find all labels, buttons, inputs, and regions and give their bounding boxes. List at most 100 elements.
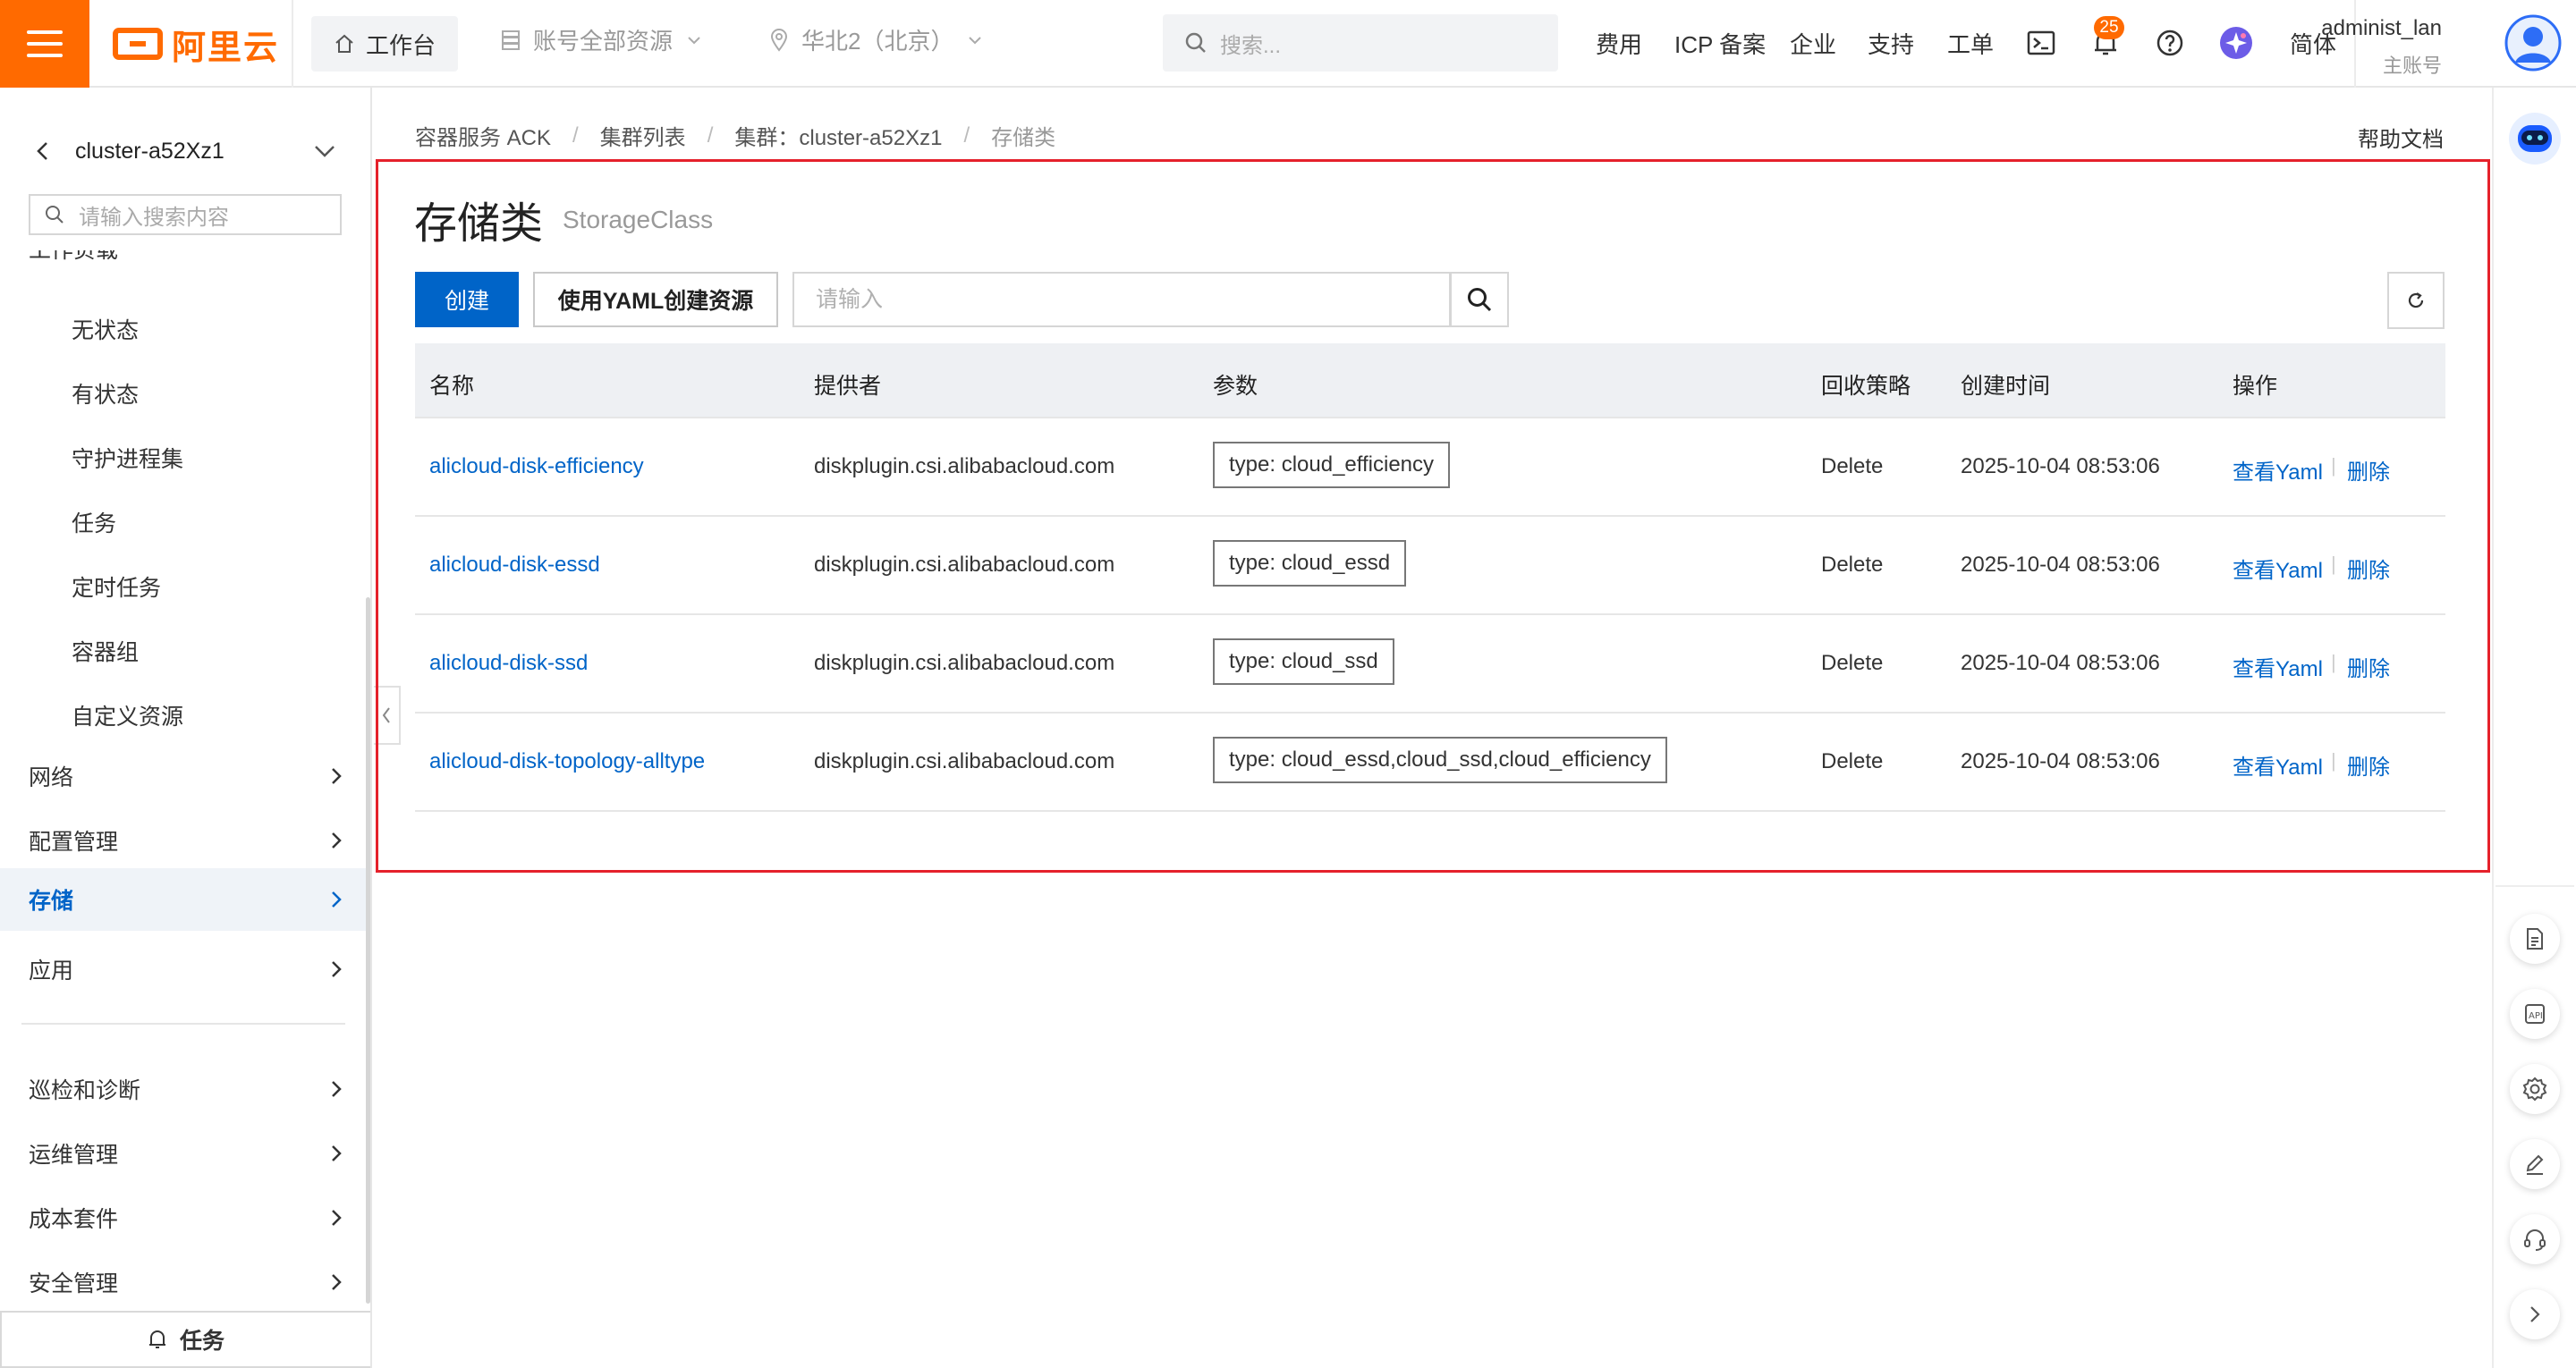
created-time-cell: 2025-10-04 08:53:06 [1961,553,2160,577]
view-yaml-link[interactable]: 查看Yaml [2233,651,2323,682]
back-arrow-icon[interactable] [34,140,52,162]
page-title: 存储类 [414,200,544,248]
view-yaml-link[interactable]: 查看Yaml [2233,454,2323,486]
provisioner-cell: diskplugin.csi.alibabacloud.com [814,454,1115,478]
sidebar-group-network[interactable]: 网络 [0,745,370,807]
view-yaml-link[interactable]: 查看Yaml [2233,749,2323,781]
storageclass-name-link[interactable]: alicloud-disk-efficiency [429,454,644,479]
create-button[interactable]: 创建 [415,272,519,327]
filter-input[interactable] [792,272,1451,327]
chevron-right-icon[interactable] [2510,1289,2560,1339]
view-yaml-link[interactable]: 查看Yaml [2233,553,2323,584]
reclaim-policy-cell: Delete [1821,749,1884,773]
document-icon[interactable] [2510,914,2560,964]
nav-link-enterprise[interactable]: 企业 [1790,27,1836,60]
nav-link-tickets[interactable]: 工单 [1947,27,1994,60]
tasks-button[interactable]: 任务 [0,1311,370,1368]
sidebar: cluster-a52Xz1 请输入搜索内容 工作负载 无状态 有状态 守护进程… [0,88,372,1368]
top-navigation-bar: 阿里云 工作台 账号全部资源 华北2（北京） 搜索... 费用 ICP 备案 企… [0,0,2576,88]
workbench-button[interactable]: 工作台 [311,16,458,72]
cluster-name: cluster-a52Xz1 [75,138,225,164]
breadcrumb-cluster[interactable]: 集群：cluster-a52Xz1 [734,120,942,151]
user-name[interactable]: administ_lan [2321,16,2442,41]
sidebar-group-label: 应用 [29,958,74,984]
region-select[interactable]: 华北2（北京） [769,23,984,56]
sidebar-item-custom-resources[interactable]: 自定义资源 [72,699,183,731]
delete-link[interactable]: 删除 [2347,553,2390,584]
cluster-switcher[interactable]: cluster-a52Xz1 [0,129,370,173]
api-icon[interactable]: API [2510,989,2560,1039]
sidebar-item-pods[interactable]: 容器组 [72,635,139,667]
sidebar-group-label: 巡检和诊断 [29,1078,141,1103]
search-icon [1185,32,1206,53]
divider [292,0,293,88]
nav-link-billing[interactable]: 费用 [1596,27,1642,60]
region-label: 华北2（北京） [801,28,954,55]
ai-assistant-icon[interactable] [2218,25,2254,61]
account-scope-label: 账号全部资源 [533,28,674,55]
breadcrumb-cluster-list[interactable]: 集群列表 [600,120,686,151]
reclaim-policy-cell: Delete [1821,553,1884,577]
column-header-name: 名称 [429,374,475,399]
table-row: alicloud-disk-topology-alltype diskplugi… [415,714,2445,812]
sidebar-group-applications[interactable]: 应用 [0,938,370,1001]
sidebar-group-config[interactable]: 配置管理 [0,809,370,872]
menu-icon[interactable] [0,0,89,88]
aliyun-logo-icon [113,28,163,60]
delete-link[interactable]: 删除 [2347,749,2390,781]
terminal-icon[interactable] [2023,25,2059,61]
page-subtitle: StorageClass [563,206,714,233]
sidebar-group-diagnostics[interactable]: 巡检和诊断 [0,1058,370,1120]
column-header-parameters: 参数 [1213,374,1258,399]
sidebar-search-input[interactable]: 请输入搜索内容 [29,194,342,235]
chevron-right-icon [332,1081,342,1097]
sidebar-group-operations[interactable]: 运维管理 [0,1122,370,1185]
breadcrumb: 容器服务 ACK / 集群列表 / 集群：cluster-a52Xz1 / 存储… [415,120,1055,151]
column-header-reclaim-policy: 回收策略 [1821,374,1911,399]
chevron-down-icon[interactable] [313,142,336,160]
avatar[interactable] [2504,14,2562,72]
database-icon [502,30,520,50]
refresh-button[interactable] [2387,272,2445,329]
help-icon[interactable] [2152,25,2188,61]
storageclass-name-link[interactable]: alicloud-disk-essd [429,553,600,578]
ai-assistant-bot-icon[interactable] [2507,111,2563,166]
filter-search-button[interactable] [1450,272,1509,327]
sidebar-search-placeholder: 请输入搜索内容 [79,205,229,230]
column-header-created: 创建时间 [1961,374,2051,399]
sidebar-group-cost[interactable]: 成本套件 [0,1186,370,1249]
delete-link[interactable]: 删除 [2347,651,2390,682]
global-search-input[interactable]: 搜索... [1163,14,1558,72]
breadcrumb-ack[interactable]: 容器服务 ACK [415,120,551,151]
nav-link-icp[interactable]: ICP 备案 [1674,27,1766,60]
sidebar-group-label: 存储 [29,889,74,914]
sidebar-group-workloads[interactable]: 工作负载 [29,250,118,268]
sidebar-item-deployments[interactable]: 无状态 [72,313,139,345]
help-doc-link[interactable]: 帮助文档 [2358,122,2444,153]
workbench-label: 工作台 [365,31,436,59]
sidebar-item-cronjobs[interactable]: 定时任务 [72,570,161,603]
storageclass-name-link[interactable]: alicloud-disk-ssd [429,651,588,676]
column-header-provisioner: 提供者 [814,374,882,399]
svg-text:API: API [2529,1011,2543,1021]
sidebar-item-jobs[interactable]: 任务 [72,506,116,538]
create-from-yaml-button[interactable]: 使用YAML创建资源 [533,272,778,327]
brand-logo[interactable]: 阿里云 [113,0,279,88]
sidebar-item-daemonsets[interactable]: 守护进程集 [72,442,183,474]
column-header-actions: 操作 [2233,374,2278,399]
parameter-tag: type: cloud_essd,cloud_ssd,cloud_efficie… [1213,737,1667,783]
delete-link[interactable]: 删除 [2347,454,2390,486]
sidebar-group-storage[interactable]: 存储 [0,868,370,931]
gear-icon[interactable] [2510,1064,2560,1114]
sidebar-scrollbar[interactable] [366,597,370,1304]
customer-service-icon[interactable] [2510,1214,2560,1264]
search-icon [46,206,64,224]
edit-icon[interactable] [2510,1139,2560,1189]
sidebar-item-statefulsets[interactable]: 有状态 [72,377,139,410]
nav-link-support[interactable]: 支持 [1868,27,1914,60]
sidebar-group-security[interactable]: 安全管理 [0,1251,370,1313]
parameter-tag: type: cloud_essd [1213,540,1407,587]
account-scope-select[interactable]: 账号全部资源 [501,23,703,56]
provisioner-cell: diskplugin.csi.alibabacloud.com [814,749,1115,773]
storageclass-name-link[interactable]: alicloud-disk-topology-alltype [429,749,705,774]
